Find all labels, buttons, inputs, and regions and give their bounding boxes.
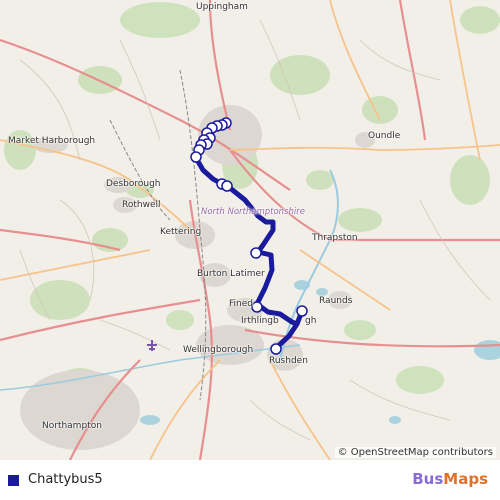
route-color-swatch <box>8 475 19 486</box>
place-label-irthlingborough-tail: gh <box>305 316 317 326</box>
busmaps-logo[interactable]: BusMaps <box>412 470 488 488</box>
bus-stop-marker[interactable] <box>296 305 308 317</box>
brand-part-bus: Bus <box>412 470 444 488</box>
place-label-uppingham: Uppingham <box>196 2 248 12</box>
place-label-kettering: Kettering <box>160 227 202 237</box>
place-label-northampton: Northampton <box>42 421 102 431</box>
route-line-chattybus5[interactable] <box>193 120 305 351</box>
bus-stop-marker[interactable] <box>221 180 233 192</box>
place-label-thrapston: Thrapston <box>312 233 358 243</box>
route-name-label: Chattybus5 <box>28 472 103 487</box>
place-label-raunds: Raunds <box>319 296 353 306</box>
place-label-irthlingborough: Irthlingb <box>241 316 279 326</box>
place-label-rushden: Rushden <box>269 356 308 366</box>
bus-stop-marker[interactable] <box>251 301 263 313</box>
bus-stop-marker[interactable] <box>190 151 202 163</box>
bus-stop-marker[interactable] <box>270 343 282 355</box>
map-canvas[interactable]: Uppingham Market Harborough Oundle Desbo… <box>0 0 500 460</box>
place-label-burton-latimer: Burton Latimer <box>197 269 265 279</box>
place-label-market-harborough: Market Harborough <box>8 136 96 146</box>
place-label-oundle: Oundle <box>368 131 401 141</box>
brand-part-maps: Maps <box>443 470 488 488</box>
place-label-rothwell: Rothwell <box>122 200 161 210</box>
place-label-desborough: Desborough <box>106 179 161 189</box>
region-label: North Northamptonshire <box>201 207 305 217</box>
legend: Chattybus5 BusMaps <box>0 460 500 500</box>
map-attribution[interactable]: © OpenStreetMap contributors <box>334 447 496 458</box>
place-label-finedon: Fined <box>229 299 253 309</box>
bus-stop-marker[interactable] <box>250 247 262 259</box>
route-layer <box>190 117 308 355</box>
place-label-wellingborough: Wellingborough <box>183 345 254 355</box>
